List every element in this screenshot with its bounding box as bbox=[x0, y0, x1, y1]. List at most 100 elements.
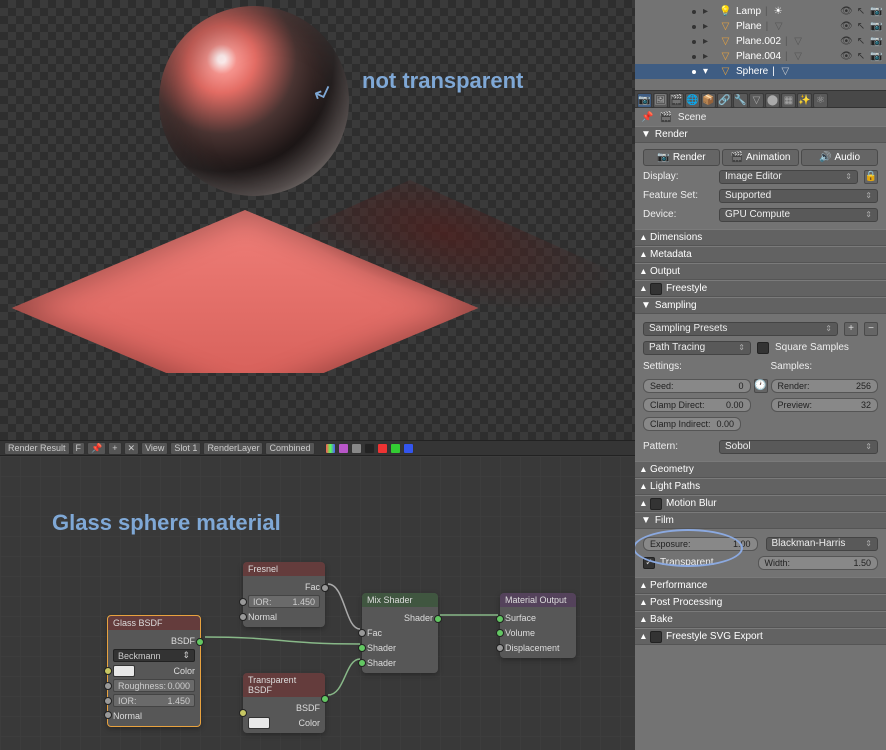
channel-z-icon[interactable] bbox=[364, 443, 375, 454]
integrator-dropdown[interactable]: Path Tracing⇕ bbox=[643, 341, 751, 355]
color-swatch[interactable] bbox=[113, 665, 135, 677]
socket-in-normal[interactable] bbox=[239, 613, 247, 621]
cursor-icon[interactable]: ↖ bbox=[855, 21, 867, 32]
socket-out-shader[interactable] bbox=[434, 615, 442, 623]
tab-physics-icon[interactable]: ⚛ bbox=[813, 93, 828, 108]
socket-in-displacement[interactable] bbox=[496, 644, 504, 652]
x-icon[interactable]: ✕ bbox=[124, 442, 140, 455]
panel-freestyle-header[interactable]: ▸Freestyle bbox=[635, 280, 886, 297]
render-samples-field[interactable]: Render:256 bbox=[771, 379, 879, 393]
panel-postprocessing-header[interactable]: ▸Post Processing bbox=[635, 594, 886, 611]
ior-field[interactable]: IOR:1.450 bbox=[248, 595, 320, 608]
outliner-item-lamp[interactable]: ▸ 💡 Lamp | ☀ 👁↖📷 bbox=[635, 4, 886, 19]
tab-data-icon[interactable]: ▽ bbox=[749, 93, 764, 108]
image-selector[interactable]: Render Result bbox=[4, 442, 70, 455]
socket-in-shader1[interactable] bbox=[358, 644, 366, 652]
channel-rgba-icon[interactable] bbox=[325, 443, 336, 454]
renderlayer-selector[interactable]: RenderLayer bbox=[203, 442, 263, 455]
outliner[interactable]: ▸ 💡 Lamp | ☀ 👁↖📷 ▸ ▽ Plane | ▽ 👁↖📷 ▸ ▽ P… bbox=[635, 0, 886, 90]
freestyle-checkbox[interactable] bbox=[650, 283, 662, 295]
node-header[interactable]: Material Output bbox=[500, 593, 576, 607]
seed-field[interactable]: Seed:0 bbox=[643, 379, 751, 393]
lock-icon[interactable]: 🔒 bbox=[864, 170, 878, 184]
socket-in-ior[interactable] bbox=[239, 598, 247, 606]
socket-in-ior[interactable] bbox=[104, 697, 112, 705]
cursor-icon[interactable]: ↖ bbox=[855, 6, 867, 17]
pattern-dropdown[interactable]: Sobol⇕ bbox=[719, 440, 878, 454]
f-button[interactable]: F bbox=[72, 442, 86, 455]
panel-metadata-header[interactable]: ▸Metadata bbox=[635, 246, 886, 263]
preset-remove-icon[interactable]: − bbox=[864, 322, 878, 336]
outliner-item-sphere[interactable]: ▾ ▽ Sphere | ▽ bbox=[635, 64, 886, 79]
render-button[interactable]: 📷Render bbox=[643, 149, 720, 166]
socket-in-volume[interactable] bbox=[496, 629, 504, 637]
pixel-filter-dropdown[interactable]: Blackman-Harris⇕ bbox=[766, 537, 879, 551]
node-fresnel[interactable]: Fresnel Fac IOR:1.450 Normal bbox=[243, 562, 325, 627]
seed-clock-icon[interactable]: 🕐 bbox=[754, 379, 768, 393]
distribution-dropdown[interactable]: Beckmann⇕ bbox=[113, 649, 195, 662]
eye-icon[interactable]: 👁 bbox=[840, 21, 852, 32]
socket-in-roughness[interactable] bbox=[104, 682, 112, 690]
panel-performance-header[interactable]: ▸Performance bbox=[635, 577, 886, 594]
panel-dimensions-header[interactable]: ▸Dimensions bbox=[635, 229, 886, 246]
socket-out-bsdf[interactable] bbox=[321, 695, 329, 703]
socket-in-fac[interactable] bbox=[358, 629, 366, 637]
panel-freestylesvg-header[interactable]: ▸Freestyle SVG Export bbox=[635, 628, 886, 645]
node-header[interactable]: Mix Shader bbox=[362, 593, 438, 607]
display-dropdown[interactable]: Image Editor⇕ bbox=[719, 170, 858, 184]
tab-renderlayers-icon[interactable]: 🖼 bbox=[653, 93, 668, 108]
outliner-item-plane002[interactable]: ▸ ▽ Plane.002 | ▽ 👁↖📷 bbox=[635, 34, 886, 49]
camera-icon[interactable]: 📷 bbox=[870, 51, 882, 62]
pass-selector[interactable]: Combined bbox=[265, 442, 314, 455]
eye-icon[interactable]: 👁 bbox=[840, 36, 852, 47]
node-mix-shader[interactable]: Mix Shader Shader Fac Shader Shader bbox=[362, 593, 438, 673]
panel-bake-header[interactable]: ▸Bake bbox=[635, 611, 886, 628]
tab-object-icon[interactable]: 📦 bbox=[701, 93, 716, 108]
device-dropdown[interactable]: GPU Compute⇕ bbox=[719, 208, 878, 222]
node-header[interactable]: Glass BSDF bbox=[108, 616, 200, 630]
pin-icon[interactable]: 📌 bbox=[87, 442, 106, 455]
preset-add-icon[interactable]: + bbox=[844, 322, 858, 336]
freestylesvg-checkbox[interactable] bbox=[650, 631, 662, 643]
ior-field[interactable]: IOR:1.450 bbox=[113, 694, 195, 707]
featureset-dropdown[interactable]: Supported⇕ bbox=[719, 189, 878, 203]
node-material-output[interactable]: Material Output Surface Volume Displacem… bbox=[500, 593, 576, 658]
exposure-field[interactable]: Exposure:1.00 bbox=[643, 537, 758, 551]
panel-lightpaths-header[interactable]: ▸Light Paths bbox=[635, 478, 886, 495]
pin-icon[interactable]: 📌 bbox=[641, 112, 653, 123]
eye-icon[interactable]: 👁 bbox=[840, 6, 852, 17]
socket-out-bsdf[interactable] bbox=[196, 638, 204, 646]
clamp-indirect-field[interactable]: Clamp Indirect:0.00 bbox=[643, 417, 741, 431]
tab-modifiers-icon[interactable]: 🔧 bbox=[733, 93, 748, 108]
camera-icon[interactable]: 📷 bbox=[870, 21, 882, 32]
sampling-presets-dropdown[interactable]: Sampling Presets⇕ bbox=[643, 322, 838, 336]
view-menu[interactable]: View bbox=[141, 442, 168, 455]
tab-particles-icon[interactable]: ✨ bbox=[797, 93, 812, 108]
node-glass-bsdf[interactable]: Glass BSDF BSDF Beckmann⇕ Color Roughnes… bbox=[107, 615, 201, 727]
motionblur-checkbox[interactable] bbox=[650, 498, 662, 510]
channel-rgb-icon[interactable] bbox=[338, 443, 349, 454]
tab-render-icon[interactable]: 📷 bbox=[637, 93, 652, 108]
panel-motionblur-header[interactable]: ▸Motion Blur bbox=[635, 495, 886, 512]
tab-constraints-icon[interactable]: 🔗 bbox=[717, 93, 732, 108]
panel-film-header[interactable]: ▼Film bbox=[635, 512, 886, 529]
node-editor[interactable]: Glass sphere material Glass BSDF BSDF Be… bbox=[0, 456, 635, 750]
outliner-item-plane004[interactable]: ▸ ▽ Plane.004 | ▽ 👁↖📷 bbox=[635, 49, 886, 64]
tab-world-icon[interactable]: 🌐 bbox=[685, 93, 700, 108]
panel-output-header[interactable]: ▸Output bbox=[635, 263, 886, 280]
color-swatch[interactable] bbox=[248, 717, 270, 729]
channel-b-icon[interactable] bbox=[403, 443, 414, 454]
socket-in-color[interactable] bbox=[239, 709, 247, 717]
cursor-icon[interactable]: ↖ bbox=[855, 51, 867, 62]
socket-in-normal[interactable] bbox=[104, 711, 112, 719]
outliner-item-plane[interactable]: ▸ ▽ Plane | ▽ 👁↖📷 bbox=[635, 19, 886, 34]
channel-g-icon[interactable] bbox=[390, 443, 401, 454]
clamp-direct-field[interactable]: Clamp Direct:0.00 bbox=[643, 398, 751, 412]
camera-icon[interactable]: 📷 bbox=[870, 36, 882, 47]
slot-selector[interactable]: Slot 1 bbox=[170, 442, 201, 455]
plus-icon[interactable]: + bbox=[108, 442, 121, 455]
node-header[interactable]: Transparent BSDF bbox=[243, 673, 325, 697]
cursor-icon[interactable]: ↖ bbox=[855, 36, 867, 47]
socket-out-fac[interactable] bbox=[321, 584, 329, 592]
socket-in-surface[interactable] bbox=[496, 615, 504, 623]
